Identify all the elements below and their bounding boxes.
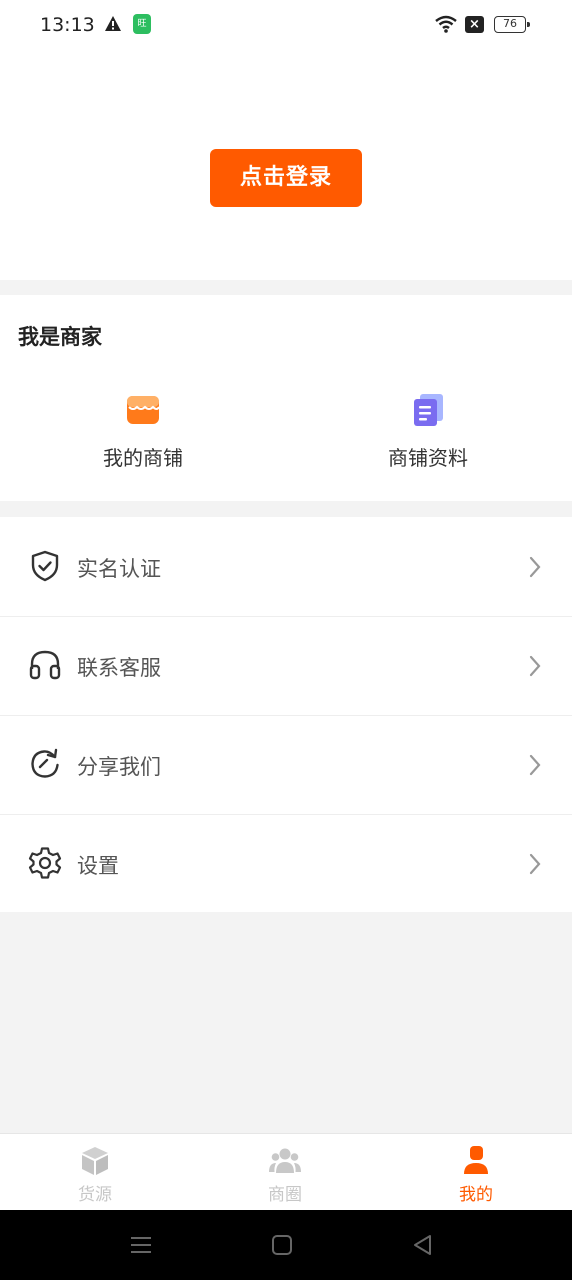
menu-icon[interactable] [128,1232,154,1258]
tab-label: 货源 [78,1185,112,1205]
menu-item-label: 设置 [77,854,119,878]
app-badge-icon: 旺 [133,14,151,34]
menu-item-real-name-verification[interactable]: 实名认证 [0,517,572,616]
menu-item-label: 联系客服 [77,656,161,680]
store-info-button[interactable]: 商铺资料 [358,387,498,471]
tab-goods-source[interactable]: 货源 [0,1134,190,1211]
chevron-right-icon [529,754,541,776]
status-time: 13:13 [40,14,95,36]
wifi-icon [435,15,457,33]
home-icon[interactable] [269,1232,295,1258]
my-store-label: 我的商铺 [103,446,183,470]
warning-icon [105,16,121,31]
store-info-label: 商铺资料 [388,446,468,470]
tab-business-circle[interactable]: 商圈 [190,1134,380,1211]
menu-item-share-us[interactable]: 分享我们 [0,715,572,814]
merchant-section: 我是商家 我的商铺 商铺资料 [0,295,572,501]
menu-item-label: 实名认证 [77,557,161,581]
bottom-tab-bar: 货源 商圈 我的 [0,1133,572,1210]
tab-label: 商圈 [268,1185,302,1205]
tab-mine[interactable]: 我的 [381,1134,571,1211]
merchant-section-title: 我是商家 [18,325,102,349]
my-store-button[interactable]: 我的商铺 [73,387,213,471]
data-off-icon: × [465,16,484,33]
menu-item-customer-service[interactable]: 联系客服 [0,616,572,715]
login-button[interactable]: 点击登录 [210,149,362,207]
menu-item-settings[interactable]: 设置 [0,814,572,913]
user-icon [464,1146,488,1174]
settings-menu: 实名认证 联系客服 分享我们 设置 [0,517,572,912]
chevron-right-icon [529,556,541,578]
headset-icon [29,650,61,680]
chevron-right-icon [529,853,541,875]
group-icon [269,1148,301,1173]
battery-icon: 76 [494,16,530,33]
box-icon [82,1147,108,1175]
status-bar: 13:13 旺 × 76 [0,0,572,52]
store-icon [127,396,160,424]
menu-item-label: 分享我们 [77,755,161,779]
share-refresh-icon [31,748,59,778]
back-icon[interactable] [410,1232,436,1258]
chevron-right-icon [529,655,541,677]
tab-label: 我的 [459,1185,493,1205]
profile-header: 点击登录 [0,52,572,280]
document-icon [414,394,443,426]
gear-icon [28,847,62,879]
shield-check-icon [31,550,59,582]
system-navigation-bar [0,1210,572,1280]
